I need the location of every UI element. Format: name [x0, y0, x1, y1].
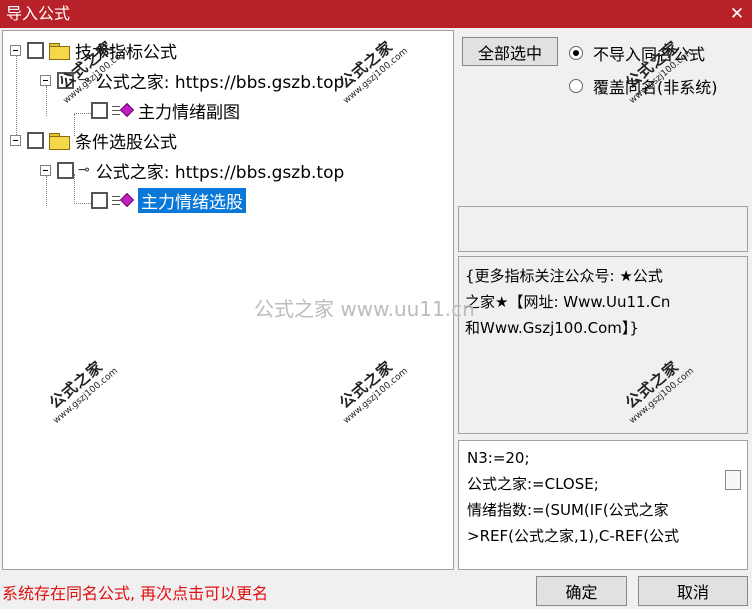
collapse-toggle[interactable] [40, 74, 51, 86]
formula-code-box[interactable]: N3:=20; 公式之家:=CLOSE; 情绪指数:=(SUM(IF(公式之家 … [458, 440, 748, 570]
select-all-button[interactable]: 全部选中 [462, 37, 558, 66]
tree-checkbox[interactable] [91, 191, 108, 209]
radio-label: 不导入同名公式 [593, 45, 706, 64]
collapse-toggle[interactable] [40, 164, 51, 176]
tree-item-formula-1[interactable]: 主力情绪副图 [91, 97, 240, 123]
tree-item-label: 公式之家: https://bbs.gszb.top [95, 72, 345, 93]
code-line: N3:=20; [467, 449, 530, 467]
radio-label: 覆盖同名(非系统) [593, 78, 718, 97]
ok-button[interactable]: 确定 [536, 576, 627, 606]
tree-item-label: 技术指标公式 [75, 42, 177, 63]
status-message: 系统存在同名公式, 再次点击可以更名 [2, 584, 269, 603]
tree-checkbox[interactable] [27, 131, 44, 149]
tree-item-label: 条件选股公式 [75, 132, 177, 153]
radio-button[interactable] [569, 79, 583, 93]
radio-no-import[interactable]: 不导入同名公式 [569, 41, 705, 65]
tree-checkbox[interactable] [27, 41, 44, 59]
tree-item-label-selected: 主力情绪选股 [138, 187, 246, 213]
formula-icon [112, 192, 135, 208]
description-line: 和Www.Gszj100.Com】} [465, 319, 639, 337]
watermark-center: 公式之家 www.uu11.cn [254, 297, 475, 321]
title-bar: 导入公式 ✕ [0, 0, 752, 28]
tree-checkbox[interactable] [91, 101, 108, 119]
cancel-button[interactable]: 取消 [638, 576, 748, 606]
tree-item-label: 主力情绪副图 [138, 102, 240, 123]
folder-icon [49, 42, 70, 60]
close-icon[interactable]: ✕ [722, 0, 752, 28]
radio-button-checked[interactable] [569, 46, 583, 60]
key-icon: ⊸ [78, 72, 90, 88]
name-field[interactable] [458, 206, 748, 252]
description-box: {更多指标关注公众号: ★公式 之家★【网址: Www.Uu11.Cn 和Www… [458, 256, 748, 434]
tree-item-source-2[interactable]: ⊸ 公式之家: https://bbs.gszb.top [40, 157, 344, 183]
tree-checkbox[interactable] [57, 161, 74, 179]
code-line: 情绪指数:=(SUM(IF(公式之家 [467, 501, 669, 519]
tree-item-label: 公式之家: https://bbs.gszb.top [95, 162, 345, 183]
description-line: 之家★【网址: Www.Uu11.Cn [465, 293, 671, 311]
collapse-toggle[interactable] [10, 44, 21, 56]
key-icon: ⊸ [78, 162, 90, 178]
window-title: 导入公式 [6, 4, 71, 23]
tree-item-formula-2[interactable]: 主力情绪选股 [91, 187, 246, 213]
tree-item-indicators[interactable]: 技术指标公式 [10, 37, 177, 63]
formula-icon [112, 102, 135, 118]
code-line: >REF(公式之家,1),C-REF(公式 [467, 527, 680, 545]
folder-icon [49, 132, 70, 150]
tree-item-source-1[interactable]: ⊸ 公式之家: https://bbs.gszb.top [40, 67, 344, 93]
description-line: {更多指标关注公众号: ★公式 [465, 267, 663, 285]
radio-overwrite[interactable]: 覆盖同名(非系统) [569, 74, 718, 98]
tree-connector [74, 203, 91, 204]
scrollbar-thumb[interactable] [725, 470, 741, 490]
tree-checkbox[interactable] [57, 71, 74, 89]
tree-connector [74, 113, 91, 114]
collapse-toggle[interactable] [10, 134, 21, 146]
tree-item-screeners[interactable]: 条件选股公式 [10, 127, 177, 153]
code-line: 公式之家:=CLOSE; [467, 475, 599, 493]
